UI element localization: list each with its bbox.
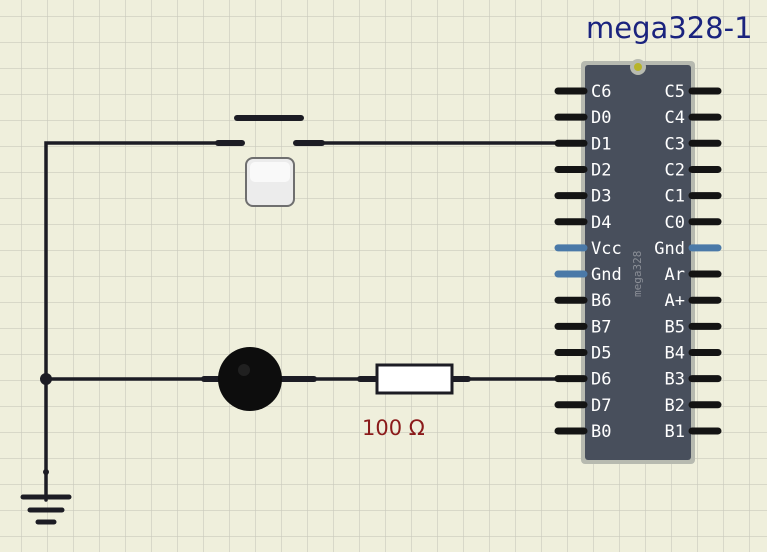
pin-label-right-ar: Ar — [665, 265, 685, 285]
pin-label-right-gnd: Gnd — [654, 239, 685, 259]
pin-label-left-d1: D1 — [591, 134, 611, 154]
resistor-label: 100 Ω — [362, 416, 425, 440]
pin-label-right-a+: A+ — [665, 291, 685, 311]
pin-label-left-b0: B0 — [591, 422, 611, 442]
pin-label-left-d4: D4 — [591, 213, 611, 233]
pin-label-right-c2: C2 — [665, 160, 685, 180]
wire-junction — [40, 373, 52, 385]
pin-label-right-b2: B2 — [665, 396, 685, 416]
pin-label-left-c6: C6 — [591, 82, 611, 102]
pin-label-right-c4: C4 — [665, 108, 685, 128]
pin-label-right-b3: B3 — [665, 370, 685, 390]
pin-label-left-b6: B6 — [591, 291, 611, 311]
pin-label-left-b7: B7 — [591, 317, 611, 337]
circuit-canvas[interactable]: 100 Ω mega328-1 mega328 C6 D0 D1 D2 D3 D4 Vcc G… — [0, 0, 767, 552]
pin-label-right-c5: C5 — [665, 82, 685, 102]
chip-label: mega328 — [631, 251, 644, 297]
pin-label-right-c0: C0 — [665, 213, 685, 233]
pin-label-right-b4: B4 — [665, 344, 685, 364]
pin-label-left-d5: D5 — [591, 344, 611, 364]
pin-label-right-b5: B5 — [665, 317, 685, 337]
resistor-icon[interactable] — [357, 363, 471, 395]
pin-label-right-c3: C3 — [665, 134, 685, 154]
pin-label-right-c1: C1 — [665, 187, 685, 207]
pin-label-left-d0: D0 — [591, 108, 611, 128]
pin-label-left-vcc: Vcc — [591, 239, 622, 259]
pin-label-left-d7: D7 — [591, 396, 611, 416]
pin-label-left-d2: D2 — [591, 160, 611, 180]
pin-label-right-b1: B1 — [665, 422, 685, 442]
component-title: mega328-1 — [586, 11, 753, 45]
pin-label-left-gnd: Gnd — [591, 265, 622, 285]
pin-label-left-d3: D3 — [591, 187, 611, 207]
mega328-chip[interactable]: mega328 C6 D0 D1 D2 D3 D4 Vcc Gnd B6 B7 D5 D6 D7 B0 C5… — [554, 59, 722, 464]
pin-label-left-d6: D6 — [591, 370, 611, 390]
